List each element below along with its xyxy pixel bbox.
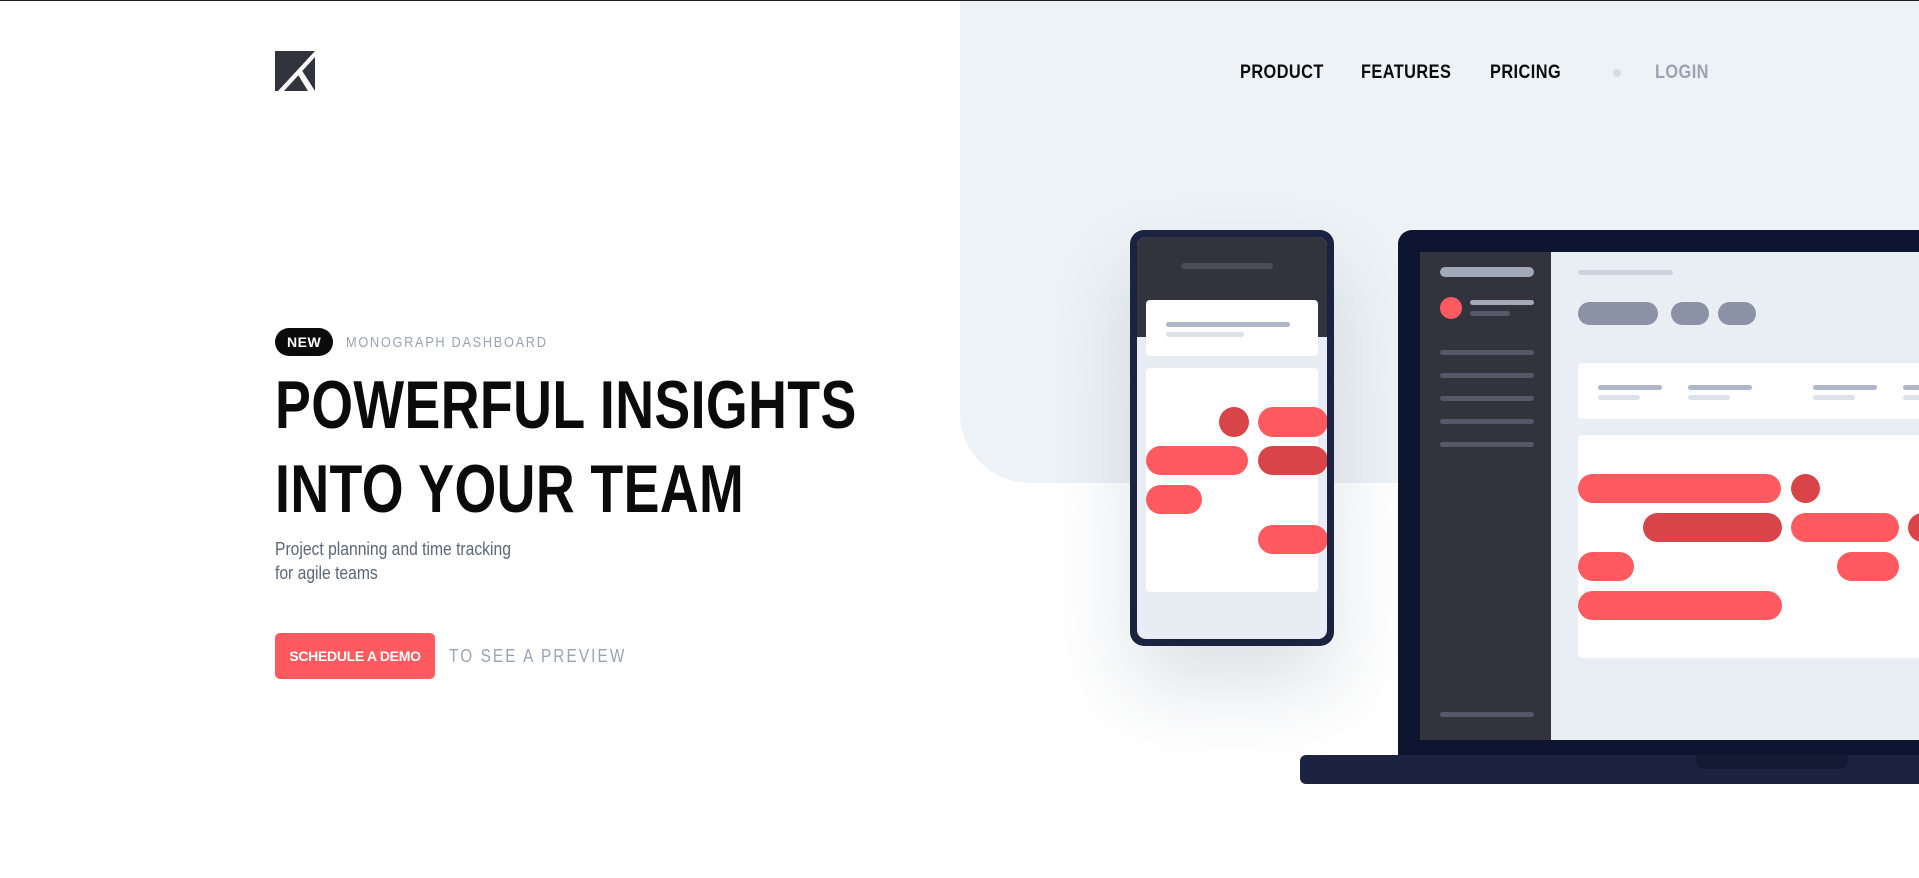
laptop-filter-chip: [1671, 302, 1709, 325]
laptop-stat-line: [1903, 395, 1919, 400]
laptop-breadcrumb: [1578, 270, 1673, 275]
laptop-illustration: [1398, 230, 1919, 757]
laptop-timeline-bar: [1643, 513, 1782, 542]
laptop-sidebar-item: [1440, 419, 1534, 424]
monograph-logo-icon[interactable]: [275, 51, 315, 91]
nav-login-link[interactable]: LOGIN: [1655, 62, 1709, 84]
laptop-timeline-bar: [1578, 591, 1782, 620]
hero-section: NEW MONOGRAPH DASHBOARD POWERFUL INSIGHT…: [275, 327, 856, 679]
laptop-stat-line: [1813, 395, 1855, 400]
hero-badge-row: NEW MONOGRAPH DASHBOARD: [275, 327, 583, 357]
nav-item-pricing[interactable]: PRICING: [1490, 62, 1561, 84]
laptop-screen: [1420, 252, 1919, 740]
cta-aside-text: TO SEE A PREVIEW: [449, 645, 627, 666]
laptop-main: [1551, 252, 1919, 740]
hero-subline: Project planning and time tracking for a…: [275, 537, 536, 585]
phone-screen: [1137, 237, 1327, 639]
laptop-filter-chip: [1718, 302, 1756, 325]
new-badge: NEW: [275, 328, 334, 356]
hero-subline-line2: for agile teams: [275, 563, 378, 583]
laptop-timeline-bar: [1578, 552, 1634, 581]
phone-timeline-bar: [1258, 407, 1327, 437]
phone-timeline-bar: [1258, 525, 1327, 554]
phone-card-line: [1166, 322, 1290, 327]
phone-title-placeholder: [1181, 263, 1273, 269]
laptop-stat-line: [1598, 385, 1662, 390]
phone-timeline-dot: [1219, 407, 1249, 437]
laptop-timeline-bar: [1837, 552, 1899, 581]
hero-headline: POWERFUL INSIGHTS INTO YOUR TEAM: [275, 367, 857, 527]
laptop-timeline-dot: [1791, 474, 1820, 503]
laptop-stats-card: [1578, 363, 1919, 419]
laptop-sidebar-footer: [1440, 712, 1534, 717]
phone-timeline-bar: [1258, 446, 1327, 475]
laptop-stat-line: [1903, 385, 1919, 390]
laptop-stat-line: [1598, 395, 1640, 400]
phone-card-line: [1166, 332, 1244, 337]
hero-subline-line1: Project planning and time tracking: [275, 539, 511, 559]
cta-row: SCHEDULE A DEMO TO SEE A PREVIEW: [275, 633, 675, 679]
laptop-sidebar-item: [1440, 350, 1534, 355]
laptop-sidebar-item: [1440, 442, 1534, 447]
laptop-sidebar-item: [1440, 373, 1534, 378]
laptop-timeline-card: [1578, 435, 1919, 658]
avatar: [1440, 297, 1462, 319]
laptop-sidebar: [1420, 252, 1551, 740]
laptop-base-notch: [1696, 755, 1848, 769]
nav-item-features[interactable]: FEATURES: [1361, 62, 1451, 84]
laptop-stat-line: [1688, 385, 1752, 390]
main-nav: PRODUCT FEATURES PRICING LOGIN: [1240, 62, 1718, 84]
laptop-timeline-bar: [1791, 513, 1899, 542]
laptop-timeline-bar: [1908, 513, 1919, 542]
laptop-sidebar-title: [1440, 267, 1534, 277]
phone-timeline-bar: [1146, 446, 1248, 475]
nav-separator-dot: [1613, 69, 1622, 77]
phone-timeline-card: [1146, 368, 1327, 592]
product-label: MONOGRAPH DASHBOARD: [346, 333, 548, 351]
laptop-filter-chip: [1578, 302, 1658, 325]
laptop-stat-line: [1688, 395, 1730, 400]
laptop-sidebar-user-line: [1470, 300, 1534, 305]
nav-item-product[interactable]: PRODUCT: [1240, 62, 1324, 84]
laptop-sidebar-user-line: [1470, 311, 1510, 316]
phone-timeline-bar: [1146, 485, 1202, 514]
phone-summary-card: [1146, 300, 1318, 356]
laptop-stat-line: [1813, 385, 1877, 390]
phone-illustration: [1130, 230, 1334, 646]
laptop-timeline-bar: [1578, 474, 1781, 503]
laptop-sidebar-item: [1440, 396, 1534, 401]
schedule-demo-button[interactable]: SCHEDULE A DEMO: [275, 633, 435, 679]
